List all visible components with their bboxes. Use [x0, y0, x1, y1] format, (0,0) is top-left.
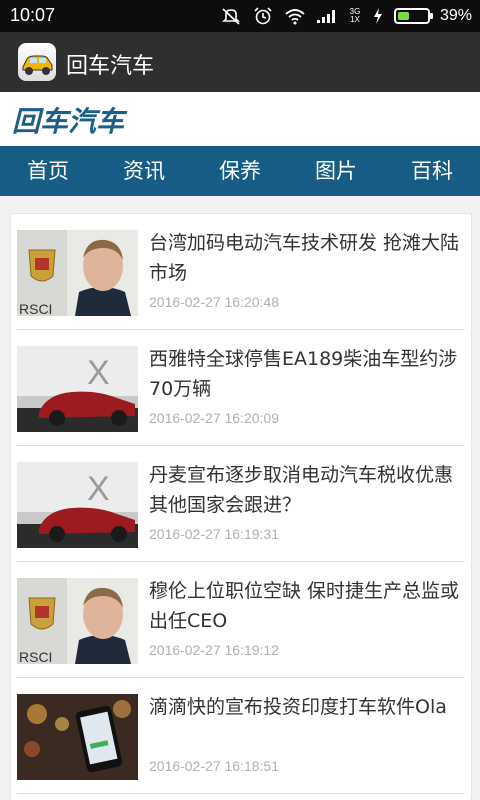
article-list: RSCI 台湾加码电动汽车技术研发 抢滩大陆市场 2016-02-27 16:2…: [10, 213, 472, 800]
red-car-photo: X: [17, 462, 138, 548]
charging-icon: [373, 8, 382, 24]
clock: 10:07: [10, 5, 56, 25]
battery-icon: [393, 8, 433, 24]
nav-item-encyclopedia[interactable]: 百科: [384, 146, 480, 196]
article-title[interactable]: 丹麦宣布逐步取消电动汽车税收优惠 其他国家会跟进？: [149, 460, 463, 520]
article-title[interactable]: 西雅特全球停售EA189柴油车型约涉70万辆: [149, 344, 463, 404]
red-car-photo: X: [17, 346, 138, 432]
svg-text:X: X: [87, 354, 110, 392]
nav-item-maintenance[interactable]: 保养: [192, 146, 288, 196]
article-item[interactable]: RSCI 台湾加码电动汽车技术研发 抢滩大陆市场 2016-02-27 16:2…: [17, 214, 465, 330]
network-type: 3G 1X: [349, 7, 361, 24]
site-logo[interactable]: 回车汽车: [12, 100, 124, 140]
article-item[interactable]: X 丹麦宣布逐步取消电动汽车税收优惠 其他国家会跟进？ 2016-02-27 1…: [17, 446, 465, 562]
article-item[interactable]: RSCI 穆伦上位职位空缺 保时捷生产总监或出任CEO 2016-02-27 1…: [17, 562, 465, 678]
battery-percent: 39%: [439, 7, 472, 24]
nav-item-photos[interactable]: 图片: [288, 146, 384, 196]
app-title: 回车汽车: [66, 54, 155, 79]
app-bar: 回车汽车: [0, 32, 480, 92]
alarm-icon: [254, 7, 272, 25]
brand-header: 回车汽车: [0, 92, 480, 146]
car-app-icon[interactable]: [18, 43, 56, 81]
category-nav: 首页 资讯 保养 图片 百科: [0, 146, 480, 196]
article-item[interactable]: 滴滴快的宣布投资印度打车软件Ola 2016-02-27 16:18:51: [17, 678, 465, 794]
article-time: 2016-02-27 16:19:31: [149, 526, 279, 542]
status-icons: 3G 1X 39%: [220, 5, 472, 27]
wifi-icon: [285, 9, 305, 25]
svg-text:RSCI: RSCI: [19, 649, 52, 664]
mute-icon: [222, 8, 240, 25]
status-bar: 10:07 3G 1X 39%: [0, 0, 480, 32]
article-title[interactable]: 台湾加码电动汽车技术研发 抢滩大陆市场: [149, 228, 463, 288]
article-item[interactable]: X 西雅特全球停售EA189柴油车型约涉70万辆 2016-02-27 16:2…: [17, 330, 465, 446]
svg-text:X: X: [87, 470, 110, 508]
article-time: 2016-02-27 16:19:12: [149, 642, 279, 658]
article-time: 2016-02-27 16:18:51: [149, 758, 279, 774]
article-title[interactable]: 穆伦上位职位空缺 保时捷生产总监或出任CEO: [149, 576, 463, 636]
nav-item-home[interactable]: 首页: [0, 146, 96, 196]
svg-text:RSCI: RSCI: [19, 301, 52, 316]
nav-item-news[interactable]: 资讯: [96, 146, 192, 196]
article-time: 2016-02-27 16:20:48: [149, 294, 279, 310]
signal-icon: [316, 10, 335, 23]
phone-app-photo: [17, 694, 138, 780]
article-time: 2016-02-27 16:20:09: [149, 410, 279, 426]
article-title[interactable]: 滴滴快的宣布投资印度打车软件Ola: [149, 692, 463, 722]
porsche-executive-photo: RSCI: [17, 578, 138, 664]
porsche-executive-photo: RSCI: [17, 230, 138, 316]
